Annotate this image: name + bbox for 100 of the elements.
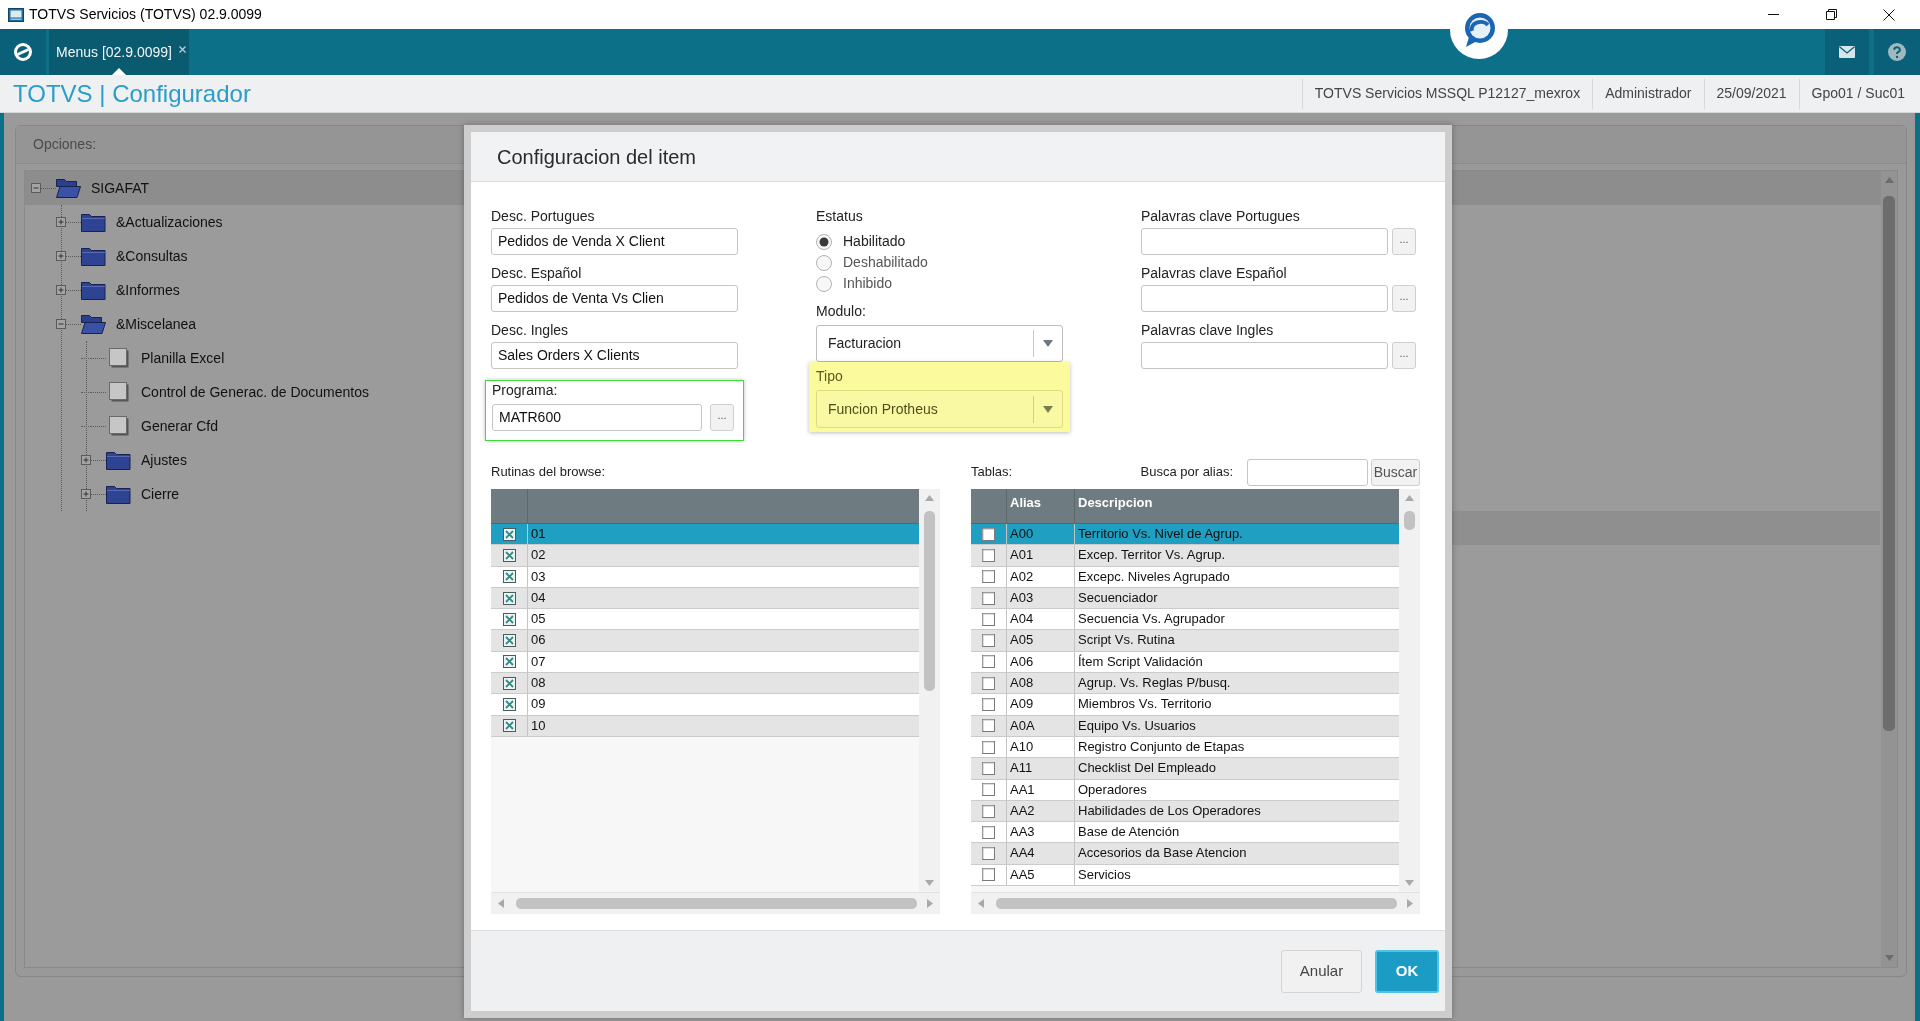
checkbox[interactable] xyxy=(502,612,516,626)
checkbox[interactable] xyxy=(502,591,516,605)
radio-option[interactable]: Habilitado xyxy=(816,231,1141,252)
checkbox[interactable] xyxy=(982,527,995,541)
checkbox[interactable] xyxy=(982,591,995,605)
tree-item[interactable]: &Consultas xyxy=(56,239,192,273)
checkbox[interactable] xyxy=(502,570,516,584)
table-row[interactable]: A04 Secuencia Vs. Agrupador xyxy=(971,609,1399,631)
tree-item[interactable]: Cierre xyxy=(81,477,184,511)
text-field[interactable]: Sales Orders X Clients xyxy=(491,342,738,369)
tree-item[interactable]: SIGAFAT xyxy=(31,171,154,205)
table-row[interactable]: AA2 Habilidades de Los Operadores xyxy=(971,800,1399,823)
caret-left-icon[interactable] xyxy=(978,899,984,908)
checkbox[interactable] xyxy=(502,548,516,562)
plus-box-icon[interactable] xyxy=(56,285,66,295)
table-row[interactable]: AA3 Base de Atención xyxy=(971,822,1399,844)
lookup-button[interactable]: ... xyxy=(710,404,734,431)
table-row[interactable]: 09 xyxy=(491,694,919,716)
text-field[interactable] xyxy=(1141,285,1388,312)
lookup-button[interactable]: ... xyxy=(1392,228,1416,255)
caret-up-icon[interactable] xyxy=(925,495,934,501)
checkbox[interactable] xyxy=(982,612,995,626)
search-field[interactable] xyxy=(1247,458,1368,486)
minus-box-icon[interactable] xyxy=(56,319,66,329)
caret-down-icon[interactable] xyxy=(1405,880,1414,886)
table-row[interactable]: AA1 Operadores xyxy=(971,779,1399,801)
checkbox[interactable] xyxy=(982,868,995,882)
tree-item[interactable]: Generar Cfd xyxy=(81,409,223,443)
radio-option[interactable]: Deshabilitado xyxy=(816,252,1141,273)
table-row[interactable]: A03 Secuenciador xyxy=(971,587,1399,610)
table-row[interactable]: A00 Territorio Vs. Nivel de Agrup. xyxy=(971,524,1399,546)
table-row[interactable]: A10 Registro Conjunto de Etapas xyxy=(971,736,1399,759)
scrollbar-thumb[interactable] xyxy=(1404,511,1415,530)
table-row[interactable]: AA4 Accesorios da Base Atencion xyxy=(971,843,1399,865)
column-header[interactable]: Descripcion xyxy=(1078,495,1153,510)
table-row[interactable]: A08 Agrup. Vs. Reglas P/busq. xyxy=(971,673,1399,695)
text-field[interactable]: Pedidos de Venta Vs Clien xyxy=(491,285,738,312)
table-row[interactable]: 06 xyxy=(491,630,919,652)
tree-item[interactable]: &Actualizaciones xyxy=(56,205,227,239)
caret-down-icon[interactable] xyxy=(925,880,934,886)
table-row[interactable]: AA5 Servicios xyxy=(971,864,1399,887)
checkbox[interactable] xyxy=(502,676,516,690)
checkbox[interactable] xyxy=(982,761,995,775)
scrollbar-thumb[interactable] xyxy=(924,511,935,691)
tree-item[interactable]: Planilla Excel xyxy=(81,341,229,375)
tree-item[interactable]: Control de Generac. de Documentos xyxy=(81,375,373,409)
table-row[interactable]: A05 Script Vs. Rutina xyxy=(971,630,1399,652)
help-button[interactable] xyxy=(1874,29,1920,75)
table-row[interactable]: A01 Excep. Territor Vs. Agrup. xyxy=(971,545,1399,567)
lookup-button[interactable]: ... xyxy=(1392,285,1416,312)
checkbox[interactable] xyxy=(502,634,516,648)
table-row[interactable]: A06 Ítem Script Validación xyxy=(971,651,1399,674)
checkbox[interactable] xyxy=(982,634,995,648)
scrollbar-thumb[interactable] xyxy=(996,898,1397,909)
checkbox[interactable] xyxy=(982,676,995,690)
tab[interactable]: Menus [02.9.0099] xyxy=(49,29,189,75)
checkbox[interactable] xyxy=(982,698,995,711)
checkbox[interactable] xyxy=(982,570,995,584)
plus-box-icon[interactable] xyxy=(56,217,66,227)
caret-right-icon[interactable] xyxy=(1407,899,1413,908)
dropdown[interactable]: Facturacion xyxy=(816,325,1063,362)
vertical-scrollbar[interactable] xyxy=(1399,489,1420,892)
text-field[interactable] xyxy=(1141,228,1388,255)
vertical-scrollbar[interactable] xyxy=(1881,171,1897,967)
table-row[interactable]: 07 xyxy=(491,651,919,674)
plus-box-icon[interactable] xyxy=(81,455,91,465)
table-row[interactable]: A09 Miembros Vs. Territorio xyxy=(971,694,1399,716)
checkbox[interactable] xyxy=(982,783,995,797)
checkbox[interactable] xyxy=(982,804,995,818)
table-row[interactable]: 03 xyxy=(491,566,919,588)
table-row[interactable]: A11 Checklist Del Empleado xyxy=(971,758,1399,780)
minus-box-icon[interactable] xyxy=(31,183,41,193)
cancel-button[interactable]: Anular xyxy=(1281,950,1362,993)
table-row[interactable]: 05 xyxy=(491,609,919,631)
vertical-scrollbar[interactable] xyxy=(919,489,940,892)
mail-button[interactable] xyxy=(1825,29,1869,75)
checkbox[interactable] xyxy=(982,548,995,562)
caret-right-icon[interactable] xyxy=(927,899,933,908)
column-header[interactable]: Alias xyxy=(1010,495,1042,510)
close-icon[interactable] xyxy=(179,46,186,53)
table-row[interactable]: 08 xyxy=(491,673,919,695)
plus-box-icon[interactable] xyxy=(81,489,91,499)
horizontal-scrollbar[interactable] xyxy=(491,892,940,914)
plus-box-icon[interactable] xyxy=(56,251,66,261)
text-field[interactable]: MATR600 xyxy=(492,404,702,431)
checkbox[interactable] xyxy=(982,847,995,861)
checkbox[interactable] xyxy=(502,527,516,541)
caret-left-icon[interactable] xyxy=(498,899,504,908)
text-field[interactable] xyxy=(1141,342,1388,369)
search-button[interactable]: Buscar xyxy=(1371,458,1420,486)
table-row[interactable]: A02 Excepc. Niveles Agrupado xyxy=(971,566,1399,588)
checkbox[interactable] xyxy=(502,698,516,711)
caret-up-icon[interactable] xyxy=(1405,495,1414,501)
checkbox[interactable] xyxy=(982,740,995,754)
checkbox[interactable] xyxy=(982,719,995,733)
checkbox[interactable] xyxy=(982,825,995,839)
table-row[interactable]: 01 xyxy=(491,524,919,546)
table-row[interactable]: A0A Equipo Vs. Usuarios xyxy=(971,715,1399,737)
home-button[interactable] xyxy=(0,29,46,75)
table-row[interactable]: 02 xyxy=(491,545,919,567)
